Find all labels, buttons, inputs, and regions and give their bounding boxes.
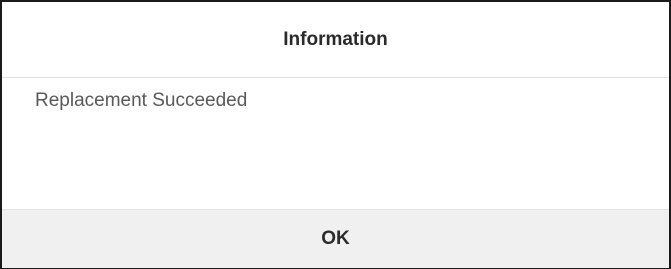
dialog-body: Replacement Succeeded	[2, 78, 669, 209]
dialog-header: Information	[2, 2, 669, 78]
information-dialog: Information Replacement Succeeded OK	[0, 0, 671, 269]
ok-button-label: OK	[321, 228, 350, 249]
dialog-title: Information	[283, 28, 388, 50]
ok-button[interactable]: OK	[2, 209, 669, 268]
dialog-message: Replacement Succeeded	[35, 90, 248, 111]
